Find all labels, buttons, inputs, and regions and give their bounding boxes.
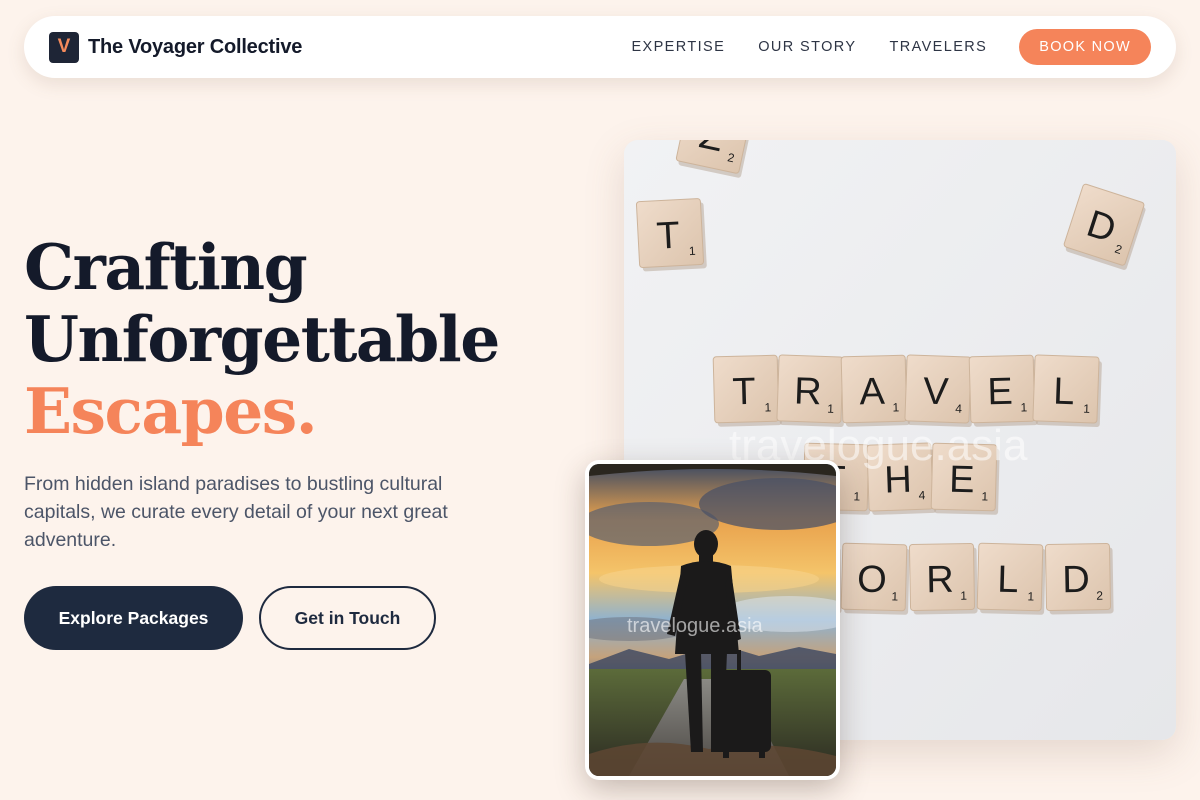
tile-world-4: D2 — [1044, 543, 1114, 615]
svg-text:A: A — [859, 371, 886, 414]
tile-world-3: L1 — [976, 542, 1046, 615]
svg-text:1: 1 — [689, 244, 697, 258]
svg-text:R: R — [793, 370, 822, 413]
svg-text:L: L — [1053, 371, 1076, 414]
svg-text:D: D — [1062, 559, 1090, 601]
svg-text:1: 1 — [891, 589, 898, 603]
svg-text:1: 1 — [981, 489, 988, 503]
svg-text:4: 4 — [955, 402, 962, 416]
traveler-sunset-photo: travelogue.asia — [589, 464, 836, 776]
tile-loose-t: T1 — [635, 198, 707, 272]
svg-text:T: T — [655, 215, 680, 258]
tile-travel-3: V4 — [904, 354, 974, 428]
get-in-touch-button[interactable]: Get in Touch — [259, 586, 436, 650]
svg-text:L: L — [997, 559, 1019, 602]
svg-text:E: E — [987, 371, 1013, 414]
hero-title-accent: Escapes. — [24, 374, 318, 448]
hero-title-line-2: Unforgettable — [24, 302, 500, 376]
nav-link-our-story[interactable]: OUR STORY — [758, 39, 856, 55]
hero-secondary-image: travelogue.asia — [585, 460, 840, 780]
explore-packages-button[interactable]: Explore Packages — [24, 586, 243, 650]
tile-travel-5: L1 — [1032, 354, 1102, 428]
svg-text:1: 1 — [853, 489, 860, 503]
svg-text:1: 1 — [827, 402, 834, 416]
nav-links: EXPERTISE OUR STORY TRAVELERS — [631, 39, 987, 55]
svg-text:4: 4 — [918, 488, 925, 502]
sub-image-watermark: travelogue.asia — [627, 615, 764, 637]
book-now-button[interactable]: BOOK NOW — [1019, 29, 1151, 65]
nav-link-expertise[interactable]: EXPERTISE — [631, 39, 725, 55]
tile-travel-2: A1 — [840, 354, 910, 427]
brand[interactable]: V The Voyager Collective — [49, 31, 302, 63]
hero-title-line-1: Crafting — [24, 230, 308, 304]
svg-text:R: R — [926, 559, 954, 601]
brand-name[interactable]: The Voyager Collective — [88, 36, 302, 59]
tile-travel-1: R1 — [776, 354, 846, 428]
svg-text:1: 1 — [892, 400, 899, 414]
nav-link-travelers[interactable]: TRAVELERS — [889, 39, 987, 55]
svg-text:1: 1 — [1027, 589, 1034, 603]
svg-text:2: 2 — [1096, 589, 1103, 603]
svg-text:1: 1 — [960, 589, 967, 603]
svg-text:1: 1 — [1083, 402, 1090, 416]
svg-text:1: 1 — [764, 400, 771, 414]
tile-travel-4: E1 — [968, 354, 1038, 427]
tile-travel-0: T1 — [712, 354, 782, 427]
svg-text:T: T — [732, 371, 756, 414]
tile-world-2: R1 — [908, 543, 978, 615]
svg-text:V: V — [922, 370, 949, 413]
top-navbar: V The Voyager Collective EXPERTISE OUR S… — [24, 16, 1176, 78]
tiles-row-travel: T1R1A1V4E1L1 — [712, 354, 1102, 428]
hero-subtitle: From hidden island paradises to bustling… — [24, 473, 448, 551]
svg-text:O: O — [857, 559, 888, 602]
svg-text:1: 1 — [1020, 400, 1027, 414]
hero-title: Crafting Unforgettable Escapes. — [24, 230, 500, 448]
brand-logo[interactable]: V — [49, 31, 79, 63]
tile-world-1: O1 — [840, 542, 910, 615]
